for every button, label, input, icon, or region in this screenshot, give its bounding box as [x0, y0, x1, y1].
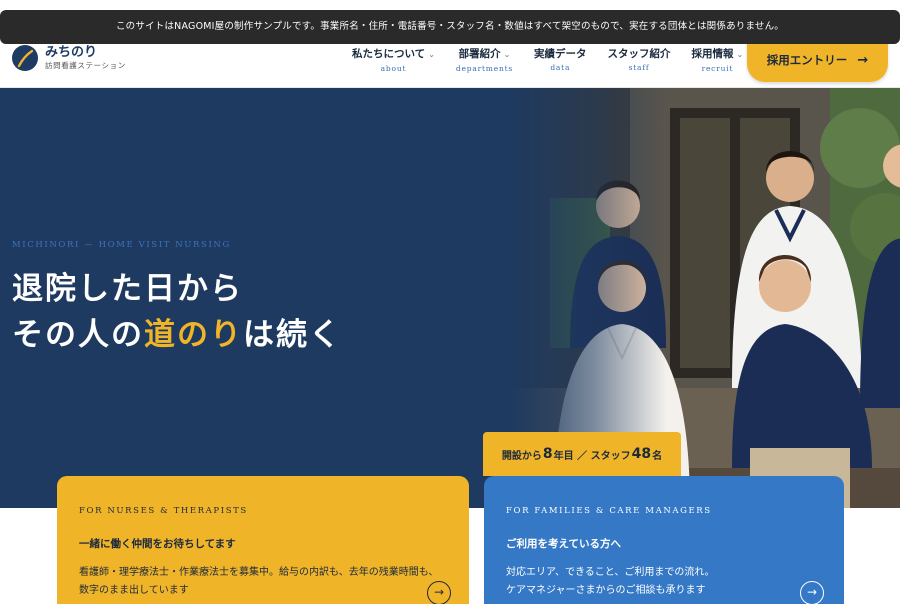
entry-button[interactable]: 採用エントリー →: [747, 38, 888, 82]
card-body-line: 対応エリア、できること、ご利用までの流れ。: [506, 567, 715, 578]
nav-item-data[interactable]: 実績データ data: [534, 47, 587, 75]
brand-subtitle: 訪問看護ステーション: [45, 61, 126, 70]
nav-label: 私たちについて: [352, 48, 426, 60]
nav-label: 実績データ: [534, 48, 587, 60]
card-label: FOR FAMILIES & CARE MANAGERS: [506, 506, 712, 516]
card-body: 看護師・理学療法士・作業療法士を募集中。給与の内訳も、去年の残業時間も、 数字の…: [79, 564, 447, 600]
headline-text: その人の: [12, 317, 144, 353]
arrow-right-icon[interactable]: →: [800, 581, 824, 604]
stat-staff-unit: 名: [652, 450, 663, 462]
stat-staff: 48: [631, 446, 652, 462]
card-title: ご利用を考えている方へ: [506, 538, 621, 550]
main-nav: 私たちについて ⌄ about 部署紹介 ⌄ departments 実績データ d…: [352, 47, 764, 75]
arrow-right-icon: →: [857, 52, 869, 68]
card-body-line: 看護師・理学療法士・作業療法士を募集中。給与の内訳も、去年の残業時間も、: [79, 567, 439, 578]
card-families-care-managers[interactable]: FOR FAMILIES & CARE MANAGERS ご利用を考えている方へ…: [484, 476, 844, 604]
chevron-down-icon: ⌄: [736, 50, 744, 59]
nav-item-recruit[interactable]: 採用情報 ⌄ recruit: [692, 47, 744, 75]
headline-text: は続く: [243, 317, 342, 353]
card-title: 一緒に働く仲間をお待ちしてます: [79, 538, 236, 550]
stat-prefix: 開設から: [501, 450, 542, 462]
nav-item-about[interactable]: 私たちについて ⌄ about: [352, 47, 435, 75]
stat-years-unit: 年目 ／ スタッフ: [553, 450, 631, 462]
headline-accent: 道のり: [144, 317, 243, 353]
headline-line-2: その人の道のりは続く: [12, 312, 342, 358]
site-header: みちのり 訪問看護ステーション 私たちについて ⌄ about 部署紹介 ⌄ dep…: [0, 38, 900, 88]
hero-headline: 退院した日から その人の道のりは続く: [12, 266, 342, 358]
nav-label: スタッフ紹介: [607, 48, 671, 60]
nav-label: 部署紹介: [458, 48, 501, 60]
chevron-down-icon: ⌄: [503, 50, 511, 59]
nav-sub-label: staff: [628, 63, 650, 72]
card-label: FOR NURSES & THERAPISTS: [79, 506, 248, 516]
headline-line-1: 退院した日から: [12, 271, 243, 307]
arrow-right-icon[interactable]: →: [427, 581, 451, 604]
brand-logo[interactable]: みちのり 訪問看護ステーション: [12, 45, 126, 71]
chevron-down-icon: ⌄: [428, 50, 435, 59]
card-body: 対応エリア、できること、ご利用までの流れ。 ケアマネジャーさまからのご相談も承り…: [506, 564, 822, 600]
nav-sub-label: data: [550, 63, 571, 72]
nav-item-departments[interactable]: 部署紹介 ⌄ departments: [456, 47, 513, 75]
card-nurses-therapists[interactable]: FOR NURSES & THERAPISTS 一緒に働く仲間をお待ちしてます …: [57, 476, 469, 604]
nav-sub-label: about: [380, 64, 407, 73]
hero-eyebrow: MICHINORI — HOME VISIT NURSING: [12, 240, 231, 250]
sample-site-notice: このサイトはNAGOMI屋の制作サンプルです。事業所名・住所・電話番号・スタッフ…: [0, 10, 900, 44]
hero-section: MICHINORI — HOME VISIT NURSING 退院した日から そ…: [0, 88, 900, 508]
card-body-line: 数字のまま出しています: [79, 585, 189, 596]
nav-label: 採用情報: [691, 48, 734, 60]
brand-name: みちのり: [45, 45, 98, 60]
stat-badge: 開設から 8 年目 ／ スタッフ 48 名: [483, 432, 681, 476]
nav-item-staff[interactable]: スタッフ紹介 staff: [608, 47, 671, 75]
entry-button-label: 採用エントリー: [766, 53, 848, 67]
stat-years: 8: [542, 446, 553, 462]
nav-sub-label: departments: [455, 64, 514, 73]
card-body-line: ケアマネジャーさまからのご相談も承ります: [506, 585, 706, 596]
road-icon: [12, 45, 38, 71]
nav-sub-label: recruit: [701, 64, 734, 73]
